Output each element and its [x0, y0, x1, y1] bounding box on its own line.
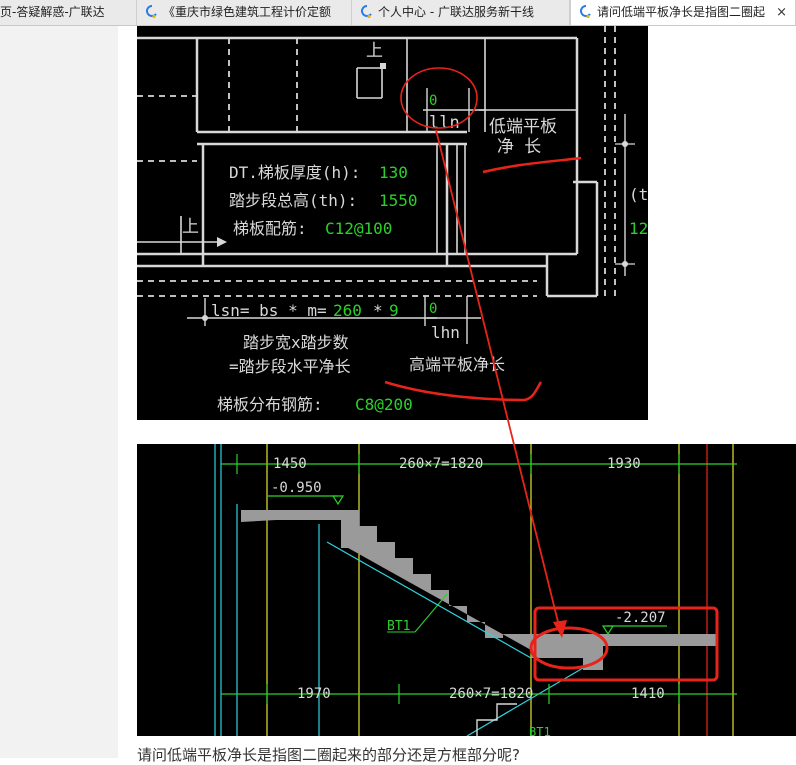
- tab-personal-center[interactable]: 个人中心 - 广联达服务新干线: [352, 0, 570, 25]
- tab-label: 请问低端平板净长是指图二圈起: [597, 5, 765, 19]
- dim-top-3: 1930: [607, 456, 641, 472]
- dim-bottom-2: 260×7=1820: [449, 686, 533, 702]
- close-tab-icon[interactable]: ×: [776, 0, 787, 25]
- stair-section-drawing: 1450 260×7=1820 1930 -0.950 BT1 -2.207 1…: [214, 444, 737, 739]
- right-cut-value: 12: [629, 219, 648, 238]
- right-cut-label: (t: [629, 185, 648, 204]
- dim-bottom-3: 1410: [631, 686, 665, 702]
- dist-rebar-label: 梯板分布钢筋:: [217, 395, 323, 414]
- dim-top-1: 1450: [273, 456, 307, 472]
- glodon-logo-icon: [361, 5, 372, 19]
- tab-label: 页-答疑解惑-广联达: [0, 5, 105, 19]
- glodon-logo-icon: [146, 5, 157, 19]
- low-plate-label-1: 低端平板: [489, 117, 557, 137]
- zero-label: 0: [429, 301, 437, 317]
- lsn-m-value: 9: [389, 301, 399, 320]
- dist-rebar-value: C8@200: [355, 395, 413, 414]
- stair-section-figure: 1450 260×7=1820 1930 -0.950 BT1 -2.207 1…: [137, 444, 796, 739]
- stair-detail-drawing: 上 上 0 lln 低端平板 净 长 (t 12 DT.梯板厚度(h): 130…: [137, 26, 648, 414]
- thickness-label: DT.梯板厚度(h):: [229, 163, 360, 182]
- high-plate-label: 高端平板净长: [409, 355, 505, 374]
- tab-label: 个人中心 - 广联达服务新干线: [378, 5, 534, 19]
- glodon-logo-icon: [580, 5, 591, 19]
- bt1-lower-label: BT1: [529, 725, 551, 736]
- tab-answers[interactable]: 页-答疑解惑-广联达: [0, 0, 137, 25]
- rebar-value: C12@100: [325, 219, 392, 238]
- elevation-top: -0.950: [271, 480, 322, 496]
- up-label: 上: [366, 41, 383, 61]
- explanation-line-1: 踏步宽x踏步数: [243, 333, 349, 352]
- elevation-low: -2.207: [615, 610, 666, 626]
- tab-label: 《重庆市绿色建筑工程计价定额: [163, 5, 332, 19]
- up-label: 上: [182, 217, 199, 237]
- rebar-label: 梯板配筋:: [233, 219, 307, 238]
- dim-bottom-1: 1970: [297, 686, 331, 702]
- height-value: 1550: [379, 191, 418, 210]
- lsn-bs-value: 260: [333, 301, 362, 320]
- lsn-star: *: [373, 301, 383, 320]
- tab-current-question[interactable]: 请问低端平板净长是指图二圈起 ×: [570, 0, 796, 25]
- height-label: 踏步段总高(th):: [229, 191, 357, 210]
- left-sidebar: [0, 26, 118, 758]
- zero-label: 0: [429, 93, 437, 109]
- thickness-value: 130: [379, 163, 408, 182]
- dim-top-2: 260×7=1820: [399, 456, 483, 472]
- explanation-line-2: =踏步段水平净长: [229, 357, 351, 376]
- browser-tab-bar: 页-答疑解惑-广联达 《重庆市绿色建筑工程计价定额 个人中心 - 广联达服务新干…: [0, 0, 796, 26]
- question-text: 请问低端平板净长是指图二圈起来的部分还是方框部分呢?: [137, 746, 520, 764]
- stair-detail-figure: 上 上 0 lln 低端平板 净 长 (t 12 DT.梯板厚度(h): 130…: [137, 26, 648, 420]
- lln-label: lln: [429, 113, 460, 133]
- tab-chongqing-quota[interactable]: 《重庆市绿色建筑工程计价定额: [137, 0, 352, 25]
- lsn-formula: lsn= bs * m=: [211, 301, 327, 320]
- low-plate-label-2: 净 长: [497, 137, 541, 157]
- lhn-label: lhn: [431, 323, 460, 342]
